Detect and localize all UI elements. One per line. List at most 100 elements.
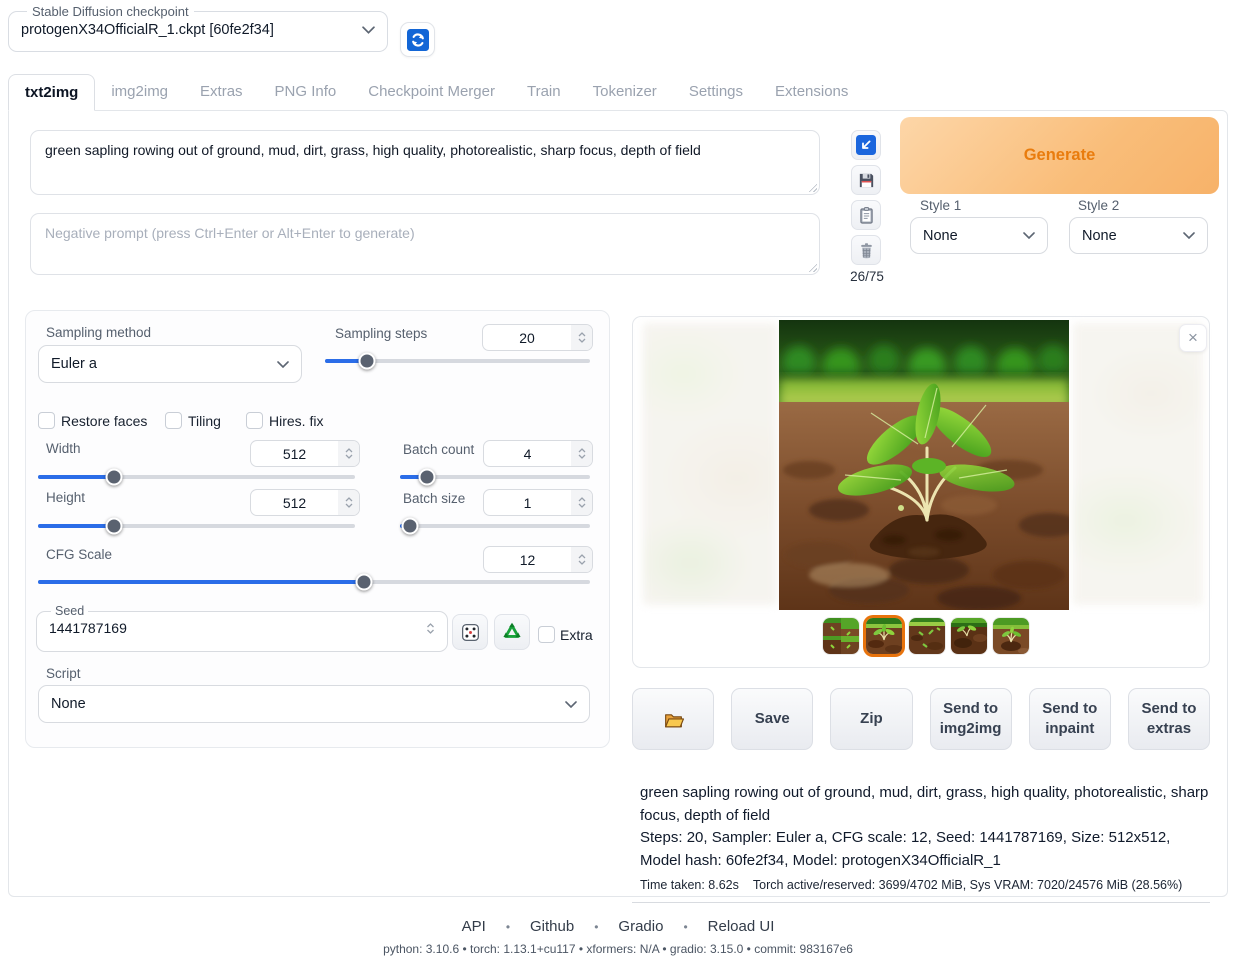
chevron-down-icon <box>1023 232 1035 239</box>
stepper[interactable] <box>571 490 592 515</box>
api-link[interactable]: API <box>462 918 486 935</box>
tab-png-info[interactable]: PNG Info <box>259 74 353 111</box>
batch-count-label: Batch count <box>403 442 474 457</box>
tab-train[interactable]: Train <box>511 74 577 111</box>
output-actions: Save Zip Send to img2img Send to inpaint… <box>632 688 1210 750</box>
stepper[interactable] <box>571 547 592 572</box>
extra-seed-label: Extra <box>560 627 593 643</box>
cfg-scale-input[interactable]: 12 <box>483 546 593 573</box>
sampling-steps-slider[interactable] <box>325 359 590 363</box>
slider-thumb[interactable] <box>401 518 418 535</box>
info-params: Steps: 20, Sampler: Euler a, CFG scale: … <box>640 827 1210 872</box>
width-input[interactable]: 512 <box>250 440 360 467</box>
tiling-label: Tiling <box>188 413 221 429</box>
slider-thumb[interactable] <box>418 469 435 486</box>
batch-size-slider[interactable] <box>400 524 590 528</box>
output-gallery: × <box>632 316 1210 668</box>
batch-count-slider[interactable] <box>400 475 590 479</box>
stepper[interactable] <box>338 490 359 515</box>
close-icon[interactable]: × <box>1179 324 1207 352</box>
bullet-separator: • <box>683 920 687 934</box>
restore-faces-checkbox[interactable] <box>38 412 55 429</box>
stepper[interactable] <box>421 623 447 634</box>
slider-thumb[interactable] <box>106 469 123 486</box>
generated-image[interactable] <box>779 320 1069 610</box>
tab-extensions[interactable]: Extensions <box>759 74 864 111</box>
height-input[interactable]: 512 <box>250 489 360 516</box>
restore-faces-label: Restore faces <box>61 413 147 429</box>
generated-thumbnail-5[interactable] <box>993 618 1029 654</box>
random-seed-button[interactable] <box>452 614 488 650</box>
send-to-img2img-button[interactable]: Send to img2img <box>930 688 1012 750</box>
batch-size-label: Batch size <box>403 491 465 506</box>
generated-thumbnail-2-selected[interactable] <box>866 618 902 654</box>
footer-links: API • Github • Gradio • Reload UI <box>0 918 1236 935</box>
sampling-steps-input[interactable]: 20 <box>482 324 593 351</box>
bullet-separator: • <box>506 920 510 934</box>
floppy-disk-icon <box>857 171 876 190</box>
generated-thumbnail-3[interactable] <box>909 618 945 654</box>
reuse-seed-button[interactable] <box>494 614 530 650</box>
generation-info: green sapling rowing out of ground, mud,… <box>632 782 1210 903</box>
generated-thumbnail-1[interactable] <box>823 618 859 654</box>
send-to-inpaint-button[interactable]: Send to inpaint <box>1029 688 1111 750</box>
tab-extras[interactable]: Extras <box>184 74 259 111</box>
gallery-adjacent-image <box>1073 323 1203 605</box>
batch-size-input[interactable]: 1 <box>483 489 593 516</box>
stepper[interactable] <box>571 441 592 466</box>
tab-bar: txt2img img2img Extras PNG Info Checkpoi… <box>8 74 1228 111</box>
prompt-input[interactable]: green sapling rowing out of ground, mud,… <box>30 130 820 195</box>
seed-input[interactable]: Seed 1441787169 <box>36 604 448 652</box>
script-select[interactable]: None <box>38 685 590 723</box>
style1-select[interactable]: None <box>910 217 1048 254</box>
generated-thumbnail-4[interactable] <box>951 618 987 654</box>
paste-params-button[interactable] <box>851 130 881 160</box>
generate-button[interactable]: Generate <box>900 117 1219 194</box>
slider-thumb[interactable] <box>359 353 376 370</box>
width-slider[interactable] <box>38 475 355 479</box>
seed-label: Seed <box>51 604 88 618</box>
cfg-scale-slider[interactable] <box>38 580 590 584</box>
chevron-down-icon <box>277 361 289 368</box>
save-button[interactable]: Save <box>731 688 813 750</box>
tiling-checkbox[interactable] <box>165 412 182 429</box>
slider-thumb[interactable] <box>106 518 123 535</box>
stable-diffusion-webui: Stable Diffusion checkpoint protogenX34O… <box>0 0 1236 966</box>
batch-count-input[interactable]: 4 <box>483 440 593 467</box>
chevron-down-icon <box>362 26 375 34</box>
dice-icon <box>460 622 481 643</box>
stepper[interactable] <box>338 441 359 466</box>
tab-img2img[interactable]: img2img <box>95 74 184 111</box>
hires-fix-checkbox[interactable] <box>246 412 263 429</box>
reload-ui-link[interactable]: Reload UI <box>708 918 775 935</box>
checkpoint-select[interactable]: Stable Diffusion checkpoint protogenX34O… <box>8 4 388 52</box>
height-slider[interactable] <box>38 524 355 528</box>
tab-checkpoint-merger[interactable]: Checkpoint Merger <box>352 74 511 111</box>
style1-label: Style 1 <box>920 198 961 213</box>
tab-txt2img[interactable]: txt2img <box>8 74 95 111</box>
gallery-adjacent-image <box>643 323 777 605</box>
apply-style-button[interactable] <box>851 200 881 230</box>
sampling-method-select[interactable]: Euler a <box>38 345 302 383</box>
stepper[interactable] <box>571 325 592 350</box>
extra-seed-checkbox[interactable] <box>538 626 555 643</box>
negative-prompt-input[interactable] <box>30 213 820 275</box>
cfg-scale-label: CFG Scale <box>46 547 112 562</box>
zip-button[interactable]: Zip <box>830 688 912 750</box>
slider-thumb[interactable] <box>355 574 372 591</box>
gradio-link[interactable]: Gradio <box>618 918 663 935</box>
clear-prompt-button[interactable] <box>851 235 881 265</box>
style2-select[interactable]: None <box>1069 217 1208 254</box>
info-performance: Time taken: 8.62sTorch active/reserved: … <box>640 878 1210 892</box>
github-link[interactable]: Github <box>530 918 574 935</box>
refresh-checkpoints-button[interactable] <box>400 22 435 57</box>
time-taken: Time taken: 8.62s <box>640 878 739 892</box>
open-folder-button[interactable] <box>632 688 714 750</box>
folder-icon <box>662 708 685 731</box>
checkpoint-label: Stable Diffusion checkpoint <box>27 4 194 19</box>
height-label: Height <box>46 490 85 505</box>
tab-settings[interactable]: Settings <box>673 74 759 111</box>
send-to-extras-button[interactable]: Send to extras <box>1128 688 1210 750</box>
tab-tokenizer[interactable]: Tokenizer <box>577 74 673 111</box>
save-style-button[interactable] <box>851 165 881 195</box>
